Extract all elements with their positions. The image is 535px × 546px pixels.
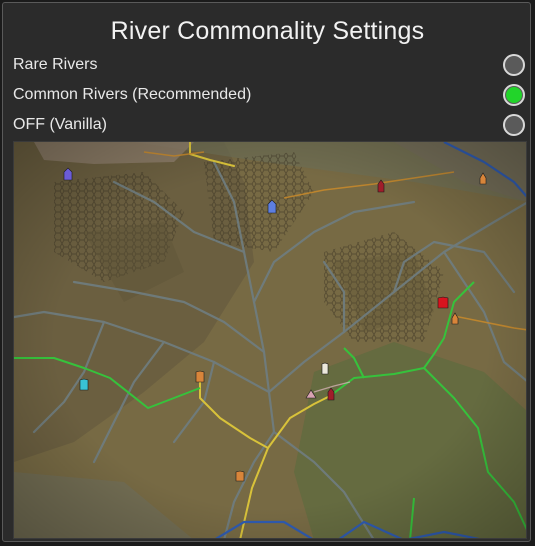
option-rare-rivers[interactable]: Rare Rivers <box>13 52 525 78</box>
common-rivers-radio[interactable] <box>503 84 525 106</box>
off-vanilla-radio[interactable] <box>503 114 525 136</box>
settings-panel: River Commonality Settings Rare Rivers C… <box>2 2 531 542</box>
option-off-vanilla-label: OFF (Vanilla) <box>13 116 107 133</box>
settlement-orange-icon[interactable] <box>195 370 205 383</box>
map-preview <box>13 141 527 539</box>
option-rare-rivers-label: Rare Rivers <box>13 56 98 73</box>
map-preview-image <box>14 142 526 538</box>
option-off-vanilla[interactable]: OFF (Vanilla) <box>13 112 525 138</box>
rare-rivers-radio[interactable] <box>503 54 525 76</box>
settlement-orange-icon[interactable] <box>235 470 245 482</box>
settlement-white-icon[interactable] <box>321 362 329 375</box>
settlement-bright-red-icon[interactable] <box>437 296 449 309</box>
panel-title: River Commonality Settings <box>110 17 425 45</box>
option-common-rivers-label: Common Rivers (Recommended) <box>13 86 252 103</box>
settlement-cyan-icon[interactable] <box>79 378 89 391</box>
option-common-rivers[interactable]: Common Rivers (Recommended) <box>13 82 525 108</box>
